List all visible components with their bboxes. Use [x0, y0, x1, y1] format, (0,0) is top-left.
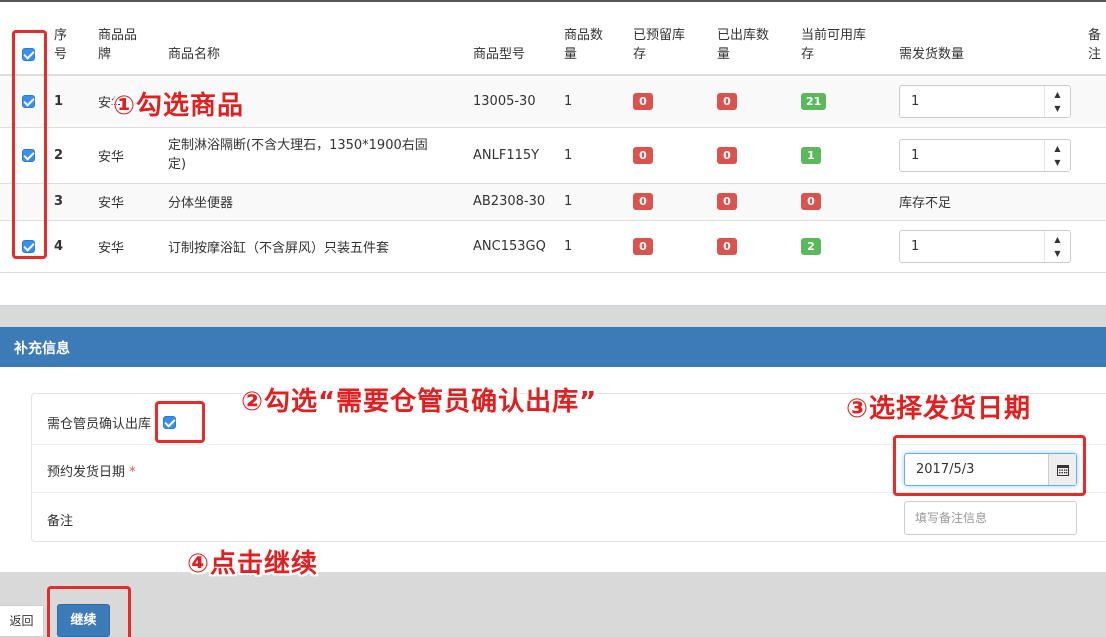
highlight-continue-button	[47, 586, 131, 637]
available-badge: 21	[801, 92, 827, 110]
row-model: 13005-30	[473, 93, 536, 109]
stock-status: 库存不足	[899, 196, 952, 211]
shipped-badge: 0	[717, 193, 737, 210]
note-field[interactable]	[904, 501, 1077, 535]
row-brand: 安华	[98, 149, 125, 165]
row-seq: 4	[54, 238, 64, 254]
row-model: ANLF115Y	[473, 147, 540, 163]
shipped-badge: 0	[717, 146, 737, 164]
quantity-stepper[interactable]: 1 ▲ ▼	[899, 229, 1071, 263]
row-model: ANC153GQ	[473, 238, 546, 254]
date-label: 预约发货日期 *	[47, 465, 136, 480]
note-input[interactable]	[905, 502, 1076, 534]
row-seq: 1	[54, 93, 64, 109]
annotation-step3: ③选择发货日期	[846, 394, 1032, 424]
note-label: 备注	[47, 514, 74, 529]
header-seq: 序号	[54, 28, 68, 62]
highlight-confirm-checkbox	[155, 401, 205, 443]
confirm-label: 需仓管员确认出库	[47, 417, 152, 432]
header-brand: 商品品牌	[98, 28, 138, 62]
annotation-step2: ②勾选“需要仓管员确认出库”	[241, 387, 598, 417]
shipped-badge: 0	[717, 92, 737, 110]
highlight-date-input	[893, 435, 1086, 496]
reserved-badge: 0	[633, 146, 653, 164]
row-seq: 3	[54, 194, 64, 209]
quantity-stepper[interactable]: 1 ▲ ▼	[899, 138, 1071, 172]
goods-table: 序号 商品品牌 商品名称 商品型号 商品数量 已预留库存 已出库数量 当前可用库…	[0, 2, 1106, 273]
reserved-badge: 0	[633, 92, 653, 110]
available-badge: 1	[801, 146, 821, 164]
header-note: 备注	[1088, 28, 1102, 62]
header-name: 商品名称	[168, 47, 221, 62]
available-badge: 2	[801, 237, 821, 255]
back-button[interactable]: 返回	[0, 605, 44, 637]
row-brand: 安华	[98, 196, 125, 211]
table-row: 2 安华 定制淋浴隔断(不含大理石，1350*1900右固 定) ANLF115Y…	[0, 127, 1106, 183]
table-row: 4 安华 订制按摩浴缸（不含屏风）只装五件套 ANC153GQ 1 0 0 2 …	[0, 220, 1106, 272]
table-header-row: 序号 商品品牌 商品名称 商品型号 商品数量 已预留库存 已出库数量 当前可用库…	[0, 2, 1106, 75]
row-name: 定制淋浴隔断(不含大理石，1350*1900右固 定)	[168, 138, 428, 172]
header-shipped: 已出库数量	[717, 28, 770, 62]
annotation-step4: ④点击继续	[187, 549, 319, 579]
annotation-step1: ①勾选商品	[113, 91, 245, 121]
required-mark: *	[129, 465, 136, 480]
goods-panel: 序号 商品品牌 商品名称 商品型号 商品数量 已预留库存 已出库数量 当前可用库…	[0, 0, 1106, 306]
spinner-arrows-icon[interactable]: ▲ ▼	[1044, 85, 1070, 117]
spinner-arrows-icon[interactable]: ▲ ▼	[1044, 139, 1070, 171]
table-row: 3 安华 分体坐便器 AB2308-30 1 0 0 0 库存不足	[0, 183, 1106, 220]
header-available: 当前可用库存	[801, 28, 867, 62]
shipped-badge: 0	[717, 237, 737, 255]
header-ship-qty: 需发货数量	[899, 47, 965, 62]
spinner-arrows-icon[interactable]: ▲ ▼	[1044, 230, 1070, 262]
reserved-badge: 0	[633, 193, 653, 210]
row-seq: 2	[54, 147, 64, 163]
header-model: 商品型号	[473, 47, 526, 62]
section-header-supplement: 补充信息	[0, 327, 1106, 367]
row-name: 订制按摩浴缸（不含屏风）只装五件套	[168, 240, 390, 256]
row-qty: 1	[564, 194, 573, 209]
quantity-stepper[interactable]: 1 ▲ ▼	[899, 84, 1071, 118]
reserved-badge: 0	[633, 237, 653, 255]
row-name: 分体坐便器	[168, 196, 234, 211]
row-model: AB2308-30	[473, 194, 546, 209]
row-qty: 1	[564, 147, 573, 163]
header-qty: 商品数量	[564, 28, 604, 62]
available-badge: 0	[801, 193, 821, 210]
row-brand: 安华	[98, 240, 125, 256]
row-qty: 1	[564, 93, 573, 109]
header-reserved: 已预留库存	[633, 28, 686, 62]
highlight-checkbox-column	[12, 30, 47, 259]
row-qty: 1	[564, 238, 573, 254]
